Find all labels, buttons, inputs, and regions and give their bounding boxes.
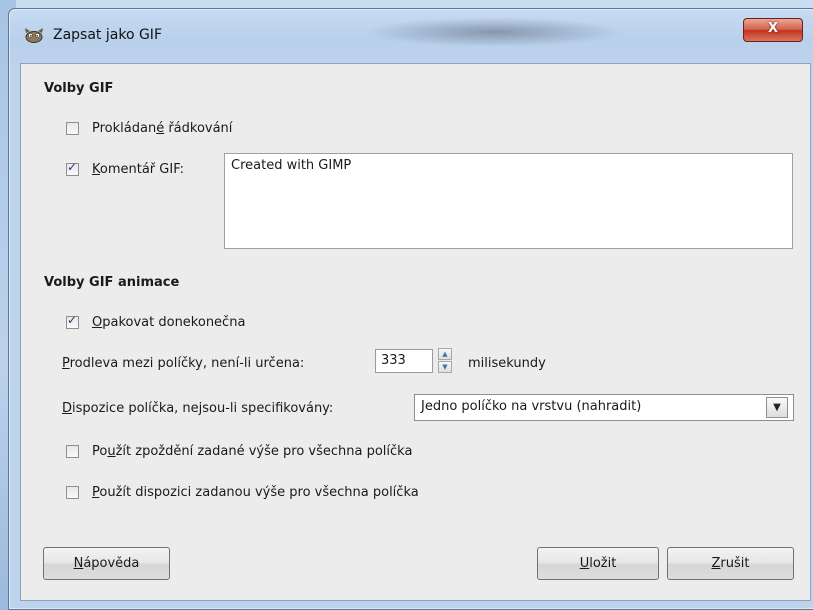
- delay-spin-input[interactable]: 333: [375, 349, 433, 373]
- use-disposal-for-all-checkbox[interactable]: [66, 486, 79, 499]
- use-disposal-for-all-option[interactable]: Použít dispozici zadanou výše pro všechn…: [66, 485, 419, 500]
- use-delay-for-all-option[interactable]: Použít zpoždění zadané výše pro všechna …: [66, 444, 412, 459]
- use-delay-for-all-checkbox[interactable]: [66, 445, 79, 458]
- window-title: Zapsat jako GIF: [53, 27, 162, 43]
- gif-comment-textarea[interactable]: Created with GIMP: [224, 153, 793, 249]
- interlace-label: Prokládané řádkování: [92, 121, 233, 136]
- dialog-content: Volby GIF Prokládané řádkování Komentář …: [20, 63, 811, 601]
- use-delay-for-all-label: Použít zpoždění zadané výše pro všechna …: [92, 444, 413, 459]
- save-button[interactable]: Uložit: [537, 547, 659, 580]
- delay-label: Prodleva mezi políčky, není-li určena:: [62, 356, 305, 371]
- gif-comment-option[interactable]: Komentář GIF:: [66, 160, 185, 177]
- close-icon: X: [767, 21, 779, 36]
- dropdown-arrow-icon[interactable]: ▼: [766, 397, 788, 418]
- title-bar[interactable]: Zapsat jako GIF X: [9, 9, 813, 61]
- interlace-checkbox[interactable]: [66, 122, 79, 135]
- cancel-button[interactable]: Zrušit: [667, 547, 794, 580]
- animation-options-heading: Volby GIF animace: [44, 275, 180, 290]
- disposal-select[interactable]: Jedno políčko na vrstvu (nahradit): [414, 394, 794, 421]
- disposal-label: Dispozice políčka, nejsou-li specifiková…: [62, 401, 334, 416]
- use-disposal-for-all-label: Použít dispozici zadanou výše pro všechn…: [92, 485, 419, 500]
- interlace-option[interactable]: Prokládané řádkování: [66, 121, 232, 136]
- title-bar-glass-effect: [364, 17, 624, 47]
- help-button[interactable]: Nápověda: [43, 547, 170, 580]
- gif-options-heading: Volby GIF: [44, 81, 114, 96]
- delay-unit-label: milisekundy: [468, 356, 546, 371]
- spin-up-icon[interactable]: ▲: [438, 348, 452, 360]
- gimp-icon: [25, 28, 43, 43]
- gif-comment-checkbox[interactable]: [66, 160, 79, 176]
- loop-forever-checkbox[interactable]: [66, 313, 79, 329]
- loop-forever-label: Opakovat donekonečna: [92, 315, 246, 330]
- loop-forever-option[interactable]: Opakovat donekonečna: [66, 313, 246, 330]
- delay-spin-buttons: ▲ ▼: [438, 348, 452, 374]
- close-button[interactable]: X: [743, 18, 803, 42]
- spin-down-icon[interactable]: ▼: [438, 361, 452, 373]
- gif-comment-label: Komentář GIF:: [92, 162, 185, 177]
